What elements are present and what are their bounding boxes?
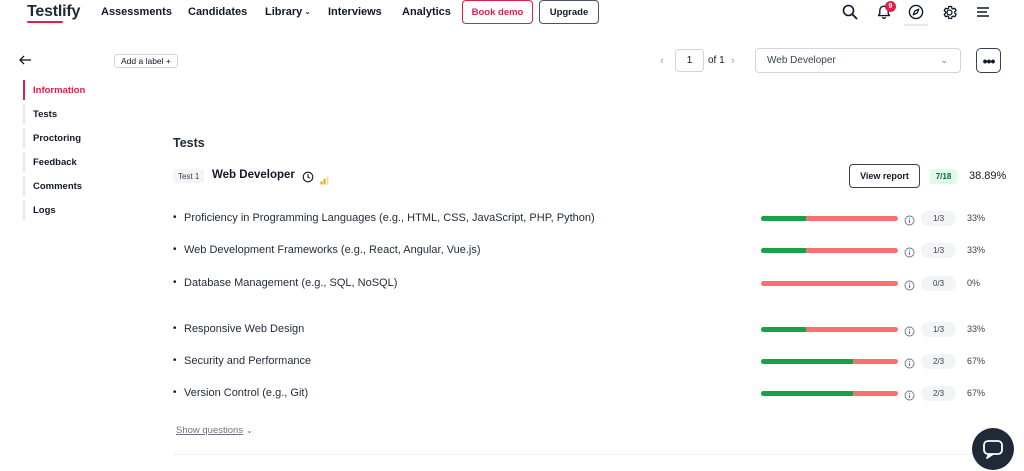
bullet: • <box>173 244 177 255</box>
skill-progress-fill <box>761 327 807 332</box>
page-total: of 1 <box>708 55 725 66</box>
info-icon[interactable] <box>904 324 915 337</box>
skill-progress-bar <box>761 216 898 221</box>
skill-row: • Version Control (e.g., Git) 2/3 67% <box>0 384 1024 404</box>
skill-row: • Web Development Frameworks (e.g., React… <box>0 241 1024 261</box>
compass-icon[interactable] <box>907 3 925 21</box>
assessment-select-value: Web Developer <box>767 55 836 66</box>
section-divider <box>173 454 1016 455</box>
chevron-down-icon: ⌄ <box>304 7 311 16</box>
score-badge: 7/18 <box>930 169 957 184</box>
tests-section-title: Tests <box>173 136 205 150</box>
notification-count-badge: 9 <box>885 1 896 12</box>
bullet: • <box>173 212 177 223</box>
info-icon[interactable] <box>904 245 915 258</box>
nav-candidates[interactable]: Candidates <box>188 6 247 18</box>
page-number-input[interactable]: 1 <box>675 49 704 72</box>
top-navbar: Testlify Assessments Candidates Library ⌄… <box>0 0 1024 26</box>
view-report-button[interactable]: View report <box>849 164 920 188</box>
skill-score-percentage: 33% <box>967 245 986 255</box>
bullet: • <box>173 323 177 334</box>
skill-name: Database Management (e.g., SQL, NoSQL) <box>184 277 398 289</box>
nav-assessments[interactable]: Assessments <box>101 6 172 18</box>
nav-analytics[interactable]: Analytics <box>402 6 451 18</box>
skill-score-fraction: 1/3 <box>921 243 956 258</box>
sidebar-item-feedback[interactable]: Feedback <box>23 152 103 172</box>
skill-row: • Proficiency in Programming Languages (e… <box>0 209 1024 229</box>
add-label-button[interactable]: Add a label + <box>114 54 178 68</box>
skill-name: Proficiency in Programming Languages (e.… <box>184 212 595 224</box>
logo-underline <box>27 21 63 23</box>
info-icon[interactable] <box>904 356 915 369</box>
sidebar-item-information[interactable]: Information <box>23 80 103 100</box>
skill-progress-bar <box>761 248 898 253</box>
show-questions-link[interactable]: Show questions ⌄ <box>176 425 253 436</box>
skill-score-fraction: 1/3 <box>921 211 956 226</box>
chevron-right-icon[interactable]: › <box>731 55 735 67</box>
nav-library[interactable]: Library ⌄ <box>265 6 311 18</box>
skill-row: • Responsive Web Design 1/3 33% <box>0 320 1024 340</box>
nav-library-label: Library <box>265 6 303 18</box>
skill-progress-fill <box>761 391 853 396</box>
skill-progress-bar <box>761 327 898 332</box>
score-percentage: 38.89% <box>969 170 1007 182</box>
bullet: • <box>173 387 177 398</box>
info-icon[interactable] <box>904 278 915 291</box>
back-arrow-icon[interactable] <box>18 53 32 67</box>
assessment-select[interactable]: Web Developer ⌄ <box>755 48 961 73</box>
skill-row: • Database Management (e.g., SQL, NoSQL) 0… <box>0 274 1024 294</box>
skill-progress-fill <box>761 359 853 364</box>
skill-score-fraction: 2/3 <box>921 386 956 401</box>
nav-interviews[interactable]: Interviews <box>328 6 382 18</box>
book-demo-button[interactable]: Book demo <box>462 0 533 24</box>
show-questions-label: Show questions <box>176 425 244 436</box>
test-number-tag: Test 1 <box>173 169 205 183</box>
app-logo[interactable]: Testlify <box>27 3 80 21</box>
gear-icon[interactable] <box>940 3 958 21</box>
more-dots-icon: ••• <box>982 52 996 69</box>
search-icon[interactable] <box>841 3 859 21</box>
skill-name: Version Control (e.g., Git) <box>184 387 309 399</box>
compass-active-underline <box>904 24 928 26</box>
sidebar-item-comments[interactable]: Comments <box>23 176 103 196</box>
skill-progress-bar <box>761 281 898 286</box>
skill-score-percentage: 33% <box>967 324 986 334</box>
skill-progress-fill <box>761 216 807 221</box>
sidebar-item-proctoring[interactable]: Proctoring <box>23 128 103 148</box>
skill-progress-fill <box>761 248 807 253</box>
chat-support-button[interactable] <box>972 428 1014 470</box>
sidebar-item-tests[interactable]: Tests <box>23 104 103 124</box>
clock-icon <box>302 170 314 183</box>
skill-row: • Security and Performance 2/3 67% <box>0 352 1024 372</box>
skill-score-percentage: 67% <box>967 388 986 398</box>
skill-name: Responsive Web Design <box>184 323 305 335</box>
skill-score-percentage: 33% <box>967 213 986 223</box>
test-name: Web Developer <box>212 169 295 181</box>
skill-score-percentage: 67% <box>967 356 986 366</box>
bullet: • <box>173 277 177 288</box>
skill-score-fraction: 2/3 <box>921 354 956 369</box>
more-options-button[interactable]: ••• <box>976 48 1001 73</box>
skill-score-fraction: 0/3 <box>921 276 956 291</box>
info-icon[interactable] <box>904 388 915 401</box>
chevron-down-icon: ⌄ <box>940 55 948 65</box>
difficulty-bars-icon <box>320 172 329 185</box>
menu-icon[interactable] <box>974 3 992 21</box>
chevron-down-icon: ⌄ <box>246 426 253 435</box>
skill-score-percentage: 0% <box>967 278 981 288</box>
chevron-left-icon[interactable]: ‹ <box>660 55 664 67</box>
skill-score-fraction: 1/3 <box>921 322 956 337</box>
info-icon[interactable] <box>904 213 915 226</box>
upgrade-button[interactable]: Upgrade <box>539 0 599 24</box>
skill-name: Web Development Frameworks (e.g., React,… <box>184 244 481 256</box>
skill-progress-bar <box>761 359 898 364</box>
chat-bubble-icon <box>983 440 1003 459</box>
skill-progress-bar <box>761 391 898 396</box>
bullet: • <box>173 355 177 366</box>
skill-name: Security and Performance <box>184 355 312 367</box>
